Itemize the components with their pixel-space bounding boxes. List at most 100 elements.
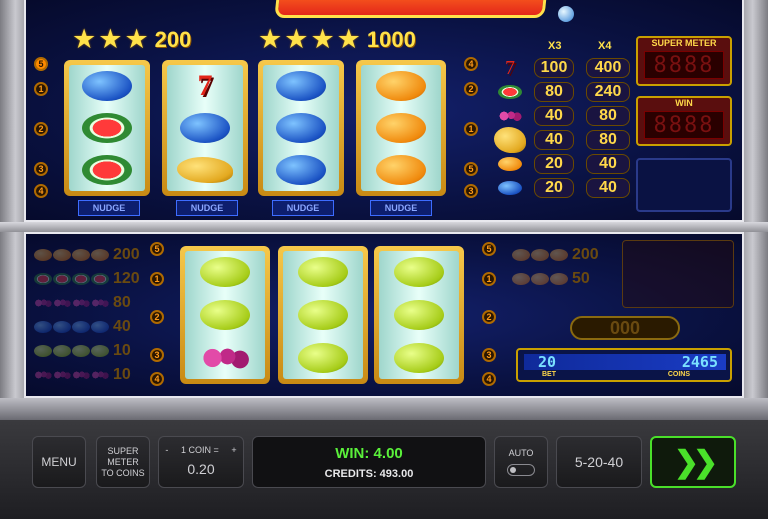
payout-x4: 40 (586, 154, 630, 174)
game-logo (274, 0, 548, 18)
paytable-row: 7 100 400 (494, 57, 630, 79)
nudge-button-4[interactable]: NUDGE (370, 200, 432, 216)
payout-x4: 80 (586, 130, 630, 150)
lower-payout-value: 10 (113, 342, 131, 359)
super-meter: SUPER METER 8888 (636, 36, 732, 86)
nudge-button-1[interactable]: NUDGE (78, 200, 140, 216)
plum-icon (34, 321, 52, 333)
lower-right-pay-row: 50 (512, 270, 590, 288)
grapes-icon (34, 297, 52, 309)
paytable-row: 40 80 (494, 127, 630, 153)
three-star-value: 200 (154, 26, 192, 52)
grapes-symbol (494, 108, 526, 124)
divider (0, 222, 768, 232)
reel-window (361, 65, 441, 191)
lower-payout-value: 10 (113, 366, 131, 383)
fruit-group (512, 273, 568, 285)
lemon-icon (72, 345, 90, 357)
bottom-reel-1 (180, 246, 270, 384)
menu-button[interactable]: MENU (32, 436, 86, 488)
super-meter-to-coins-label: SUPER METER TO COINS (101, 445, 145, 478)
payout-x4: 80 (586, 106, 630, 126)
melon-icon (34, 273, 52, 285)
info-panel (636, 158, 732, 212)
grapes-icon (72, 297, 90, 309)
star-icon: ★ (336, 24, 361, 54)
orange-symbol (494, 156, 526, 172)
plum-icon (82, 71, 132, 101)
lemon-icon (200, 299, 250, 330)
payline-marker-right: 3 (464, 184, 478, 198)
payline-marker: 2 (482, 310, 496, 324)
fruit-group (512, 249, 568, 261)
lemon-symbol (390, 299, 448, 331)
lower-right-pay-row: 200 (512, 246, 599, 264)
payline-marker-right: 1 (464, 122, 478, 136)
melon-icon (498, 85, 522, 99)
orange-symbol (372, 70, 430, 102)
super-meter-to-coins-button[interactable]: SUPER METER TO COINS (96, 436, 150, 488)
bottom-reel-3 (374, 246, 464, 384)
coin-increase-button[interactable]: + (231, 445, 236, 455)
orange-icon (376, 113, 426, 143)
melon-icon (82, 155, 132, 185)
autoplay-button[interactable]: AUTO (494, 436, 548, 488)
melon-icon (91, 273, 109, 285)
grapes-icon (498, 109, 522, 123)
orange-icon (53, 249, 71, 261)
plum-icon (72, 321, 90, 333)
pear-symbol (494, 127, 526, 153)
orange-icon (72, 249, 90, 261)
fruit-group (34, 369, 109, 381)
slot-game: ★ ★ ★ 200 ★ ★ ★ ★ 1000 7 NUDGE NUDGE NUDGE… (0, 0, 768, 519)
nudge-button-3[interactable]: NUDGE (272, 200, 334, 216)
win-credits-display: WIN: 4.00 CREDITS: 493.00 (252, 436, 486, 488)
lemon-icon (53, 345, 71, 357)
payline-marker-right: 5 (464, 162, 478, 176)
nudge-button-2[interactable]: NUDGE (176, 200, 238, 216)
orange-symbol (372, 112, 430, 144)
lemon-symbol (294, 342, 352, 374)
lemon-icon (394, 257, 444, 288)
orange-icon (498, 157, 522, 171)
lower-right-payout: 200 (572, 246, 599, 263)
payline-marker-right: 2 (464, 82, 478, 96)
orange-icon (550, 273, 568, 285)
lines-button[interactable]: 5-20-40 (556, 436, 642, 488)
pear-icon (494, 127, 526, 153)
bottom-reel-2 (278, 246, 368, 384)
payline-marker: 5 (482, 242, 496, 256)
win-meter-label: WIN (675, 98, 693, 108)
payline-marker-left: 1 (34, 82, 48, 96)
control-bar: MENU SUPER METER TO COINS - 1 COIN = + 0… (0, 420, 768, 519)
toggle-knob (510, 467, 516, 473)
payline-marker-left: 2 (34, 122, 48, 136)
seven-symbol: 7 (494, 57, 526, 79)
lower-payout-value: 120 (113, 270, 140, 287)
orange-icon (512, 273, 530, 285)
lemon-symbol (294, 256, 352, 288)
coin-decrease-button[interactable]: - (165, 445, 168, 455)
plum-symbol (176, 112, 234, 144)
plum-symbol (272, 70, 330, 102)
auto-toggle[interactable] (507, 464, 535, 476)
orange-icon (550, 249, 568, 261)
payout-x3: 20 (534, 178, 574, 198)
payout-x3: 100 (534, 58, 574, 78)
double-chevron-right-icon: ❯❯ (673, 445, 718, 479)
melon-icon (72, 273, 90, 285)
coin-display: 000 (570, 316, 680, 340)
paytable-row: 80 240 (494, 82, 630, 102)
lemon-symbol (294, 299, 352, 331)
payline-marker: 4 (150, 372, 164, 386)
lower-paytable-row: 120 (34, 270, 140, 288)
spin-button[interactable]: ❯❯ (650, 436, 736, 488)
melon-icon (82, 113, 132, 143)
paytable-header-x4: X4 (598, 40, 612, 52)
plum-symbol (272, 154, 330, 186)
payline-marker: 1 (482, 272, 496, 286)
globe-icon (558, 6, 574, 22)
lemon-icon (298, 299, 348, 330)
payline-marker: 3 (482, 348, 496, 362)
lemon-icon (200, 257, 250, 288)
